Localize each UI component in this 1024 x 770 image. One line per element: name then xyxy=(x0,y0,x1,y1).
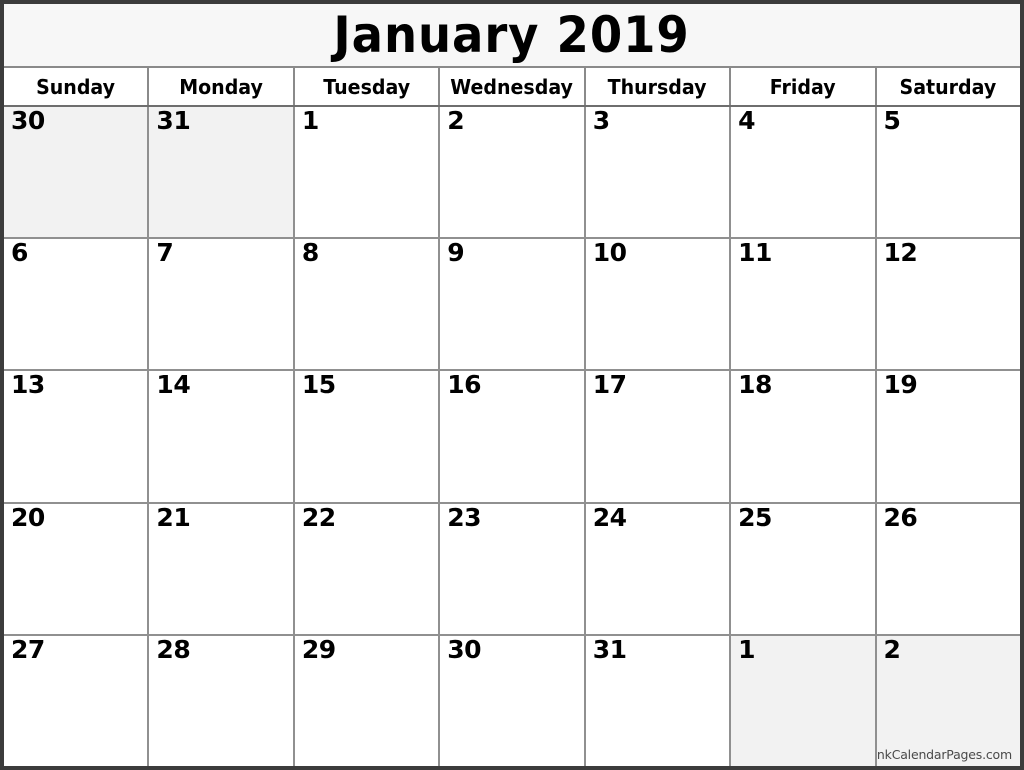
page-title: January 2019 xyxy=(333,6,691,64)
day-number: 20 xyxy=(11,503,45,532)
weekday-header-cell-monday: Monday xyxy=(149,68,295,105)
calendar-day-cell[interactable]: 1 xyxy=(294,107,441,238)
calendar-day-cell[interactable]: 13 xyxy=(4,371,150,502)
day-number: 24 xyxy=(592,503,627,532)
day-number: 18 xyxy=(738,371,772,400)
day-number: 3 xyxy=(592,107,610,135)
day-number: 22 xyxy=(301,503,336,532)
calendar-day-cell[interactable]: 22 xyxy=(294,503,441,634)
day-number: 15 xyxy=(301,371,336,400)
calendar-day-cell[interactable]: 16 xyxy=(440,371,586,502)
calendar-day-cell[interactable]: 4 xyxy=(731,107,877,238)
day-number: 1 xyxy=(738,635,756,664)
calendar-day-cell[interactable]: 25 xyxy=(731,503,877,634)
day-number: 1 xyxy=(301,107,319,135)
calendar-day-cell[interactable]: 10 xyxy=(585,239,732,370)
weekday-label: Friday xyxy=(769,74,836,99)
day-number: 12 xyxy=(883,239,918,268)
weekday-header-row: Sunday Monday Tuesday Wednesday Thursday Frid… xyxy=(4,68,1020,107)
calendar-day-cell[interactable]: 8 xyxy=(294,239,441,370)
calendar-day-cell[interactable]: 6 xyxy=(4,239,150,370)
day-number: 7 xyxy=(156,239,174,268)
day-number: 13 xyxy=(11,371,45,400)
calendar-day-cell[interactable]: 9 xyxy=(440,239,586,370)
calendar-day-cell[interactable]: 14 xyxy=(149,371,295,502)
calendar-day-cell[interactable]: 12 xyxy=(876,239,1020,370)
day-number: 8 xyxy=(301,239,319,268)
calendar-day-cell[interactable]: 3 xyxy=(585,107,732,238)
calendar-day-cell[interactable]: 28 xyxy=(149,635,295,767)
weekday-header-cell-tuesday: Tuesday xyxy=(295,68,441,105)
day-number: 21 xyxy=(156,503,191,532)
day-number: 2 xyxy=(883,635,901,664)
weekday-label: Thursday xyxy=(607,74,707,99)
calendar-day-cell[interactable]: 24 xyxy=(585,503,732,634)
day-number: 26 xyxy=(883,503,918,532)
day-number: 11 xyxy=(738,239,772,268)
weekday-header-cell-sunday: Sunday xyxy=(4,68,150,105)
day-number: 27 xyxy=(11,635,45,664)
calendar-day-cell[interactable]: 27 xyxy=(4,635,150,767)
calendar-day-cell[interactable]: 2 xyxy=(440,107,586,238)
weekday-header-cell-wednesday: Wednesday xyxy=(440,68,586,105)
weekday-label: Sunday xyxy=(36,74,116,99)
day-number: 9 xyxy=(447,239,465,268)
calendar-day-cell[interactable]: 2 © BlankCalendarPages.com xyxy=(876,635,1020,767)
calendar-day-cell[interactable]: 21 xyxy=(149,503,295,634)
calendar-day-cell[interactable]: 11 xyxy=(731,239,877,370)
day-number: 14 xyxy=(156,371,191,400)
calendar-day-cell[interactable]: 1 xyxy=(731,635,877,767)
day-number: 10 xyxy=(592,239,627,268)
day-number: 2 xyxy=(447,107,465,135)
calendar-day-cell[interactable]: 31 xyxy=(149,107,295,238)
day-number: 23 xyxy=(447,503,482,532)
weekday-label: Wednesday xyxy=(450,74,574,99)
watermark-credit: © BlankCalendarPages.com xyxy=(876,747,1013,763)
calendar-day-cell[interactable]: 20 xyxy=(4,503,150,634)
day-number: 29 xyxy=(301,635,336,664)
day-number: 19 xyxy=(883,371,918,400)
calendar-day-cell[interactable]: 26 xyxy=(876,503,1020,634)
calendar-week-row: 13 14 15 16 17 18 19 xyxy=(4,371,1020,504)
calendar-day-cell[interactable]: 5 xyxy=(876,107,1020,238)
calendar-day-cell[interactable]: 29 xyxy=(294,635,441,767)
calendar-frame: January 2019 Sunday Monday Tuesday Wednesda… xyxy=(0,0,1024,770)
calendar-week-row: 27 28 29 30 31 1 2 © BlankCalendarPages.com xyxy=(4,635,1020,767)
calendar-week-row: 30 31 1 2 3 4 5 xyxy=(4,107,1020,240)
day-number: 31 xyxy=(592,635,627,664)
calendar-day-cell[interactable]: 17 xyxy=(585,371,732,502)
weekday-header-cell-saturday: Saturday xyxy=(877,68,1020,105)
day-number: 30 xyxy=(11,107,45,135)
weekday-label: Monday xyxy=(179,74,263,99)
calendar-day-cell[interactable]: 7 xyxy=(149,239,295,370)
calendar-day-cell[interactable]: 30 xyxy=(440,635,586,767)
weekday-label: Tuesday xyxy=(323,74,410,99)
calendar-day-cell[interactable]: 23 xyxy=(440,503,586,634)
calendar-day-cell[interactable]: 15 xyxy=(294,371,441,502)
day-number: 6 xyxy=(11,239,28,268)
day-number: 28 xyxy=(156,635,191,664)
day-number: 31 xyxy=(156,107,191,135)
day-number: 16 xyxy=(447,371,482,400)
day-number: 4 xyxy=(738,107,756,135)
calendar-week-row: 6 7 8 9 10 11 12 xyxy=(4,239,1020,372)
calendar-day-cell[interactable]: 31 xyxy=(585,635,732,767)
calendar-day-cell[interactable]: 30 xyxy=(4,107,150,238)
calendar-day-cell[interactable]: 19 xyxy=(876,371,1020,502)
calendar-page: January 2019 Sunday Monday Tuesday Wednesda… xyxy=(0,0,1024,770)
day-number: 25 xyxy=(738,503,772,532)
calendar-day-cell[interactable]: 18 xyxy=(731,371,877,502)
weekday-header-cell-thursday: Thursday xyxy=(586,68,732,105)
calendar-week-row: 20 21 22 23 24 25 26 xyxy=(4,503,1020,636)
day-number: 17 xyxy=(592,371,627,400)
weekday-label: Saturday xyxy=(899,74,997,99)
day-number: 30 xyxy=(447,635,482,664)
calendar-title-bar: January 2019 xyxy=(4,4,1020,68)
day-number: 5 xyxy=(883,107,901,135)
weekday-header-cell-friday: Friday xyxy=(731,68,877,105)
calendar-day-grid: 30 31 1 2 3 4 5 6 7 8 9 10 11 12 13 14 15 16 17 18 19 20 21 22 2… xyxy=(4,107,1020,767)
